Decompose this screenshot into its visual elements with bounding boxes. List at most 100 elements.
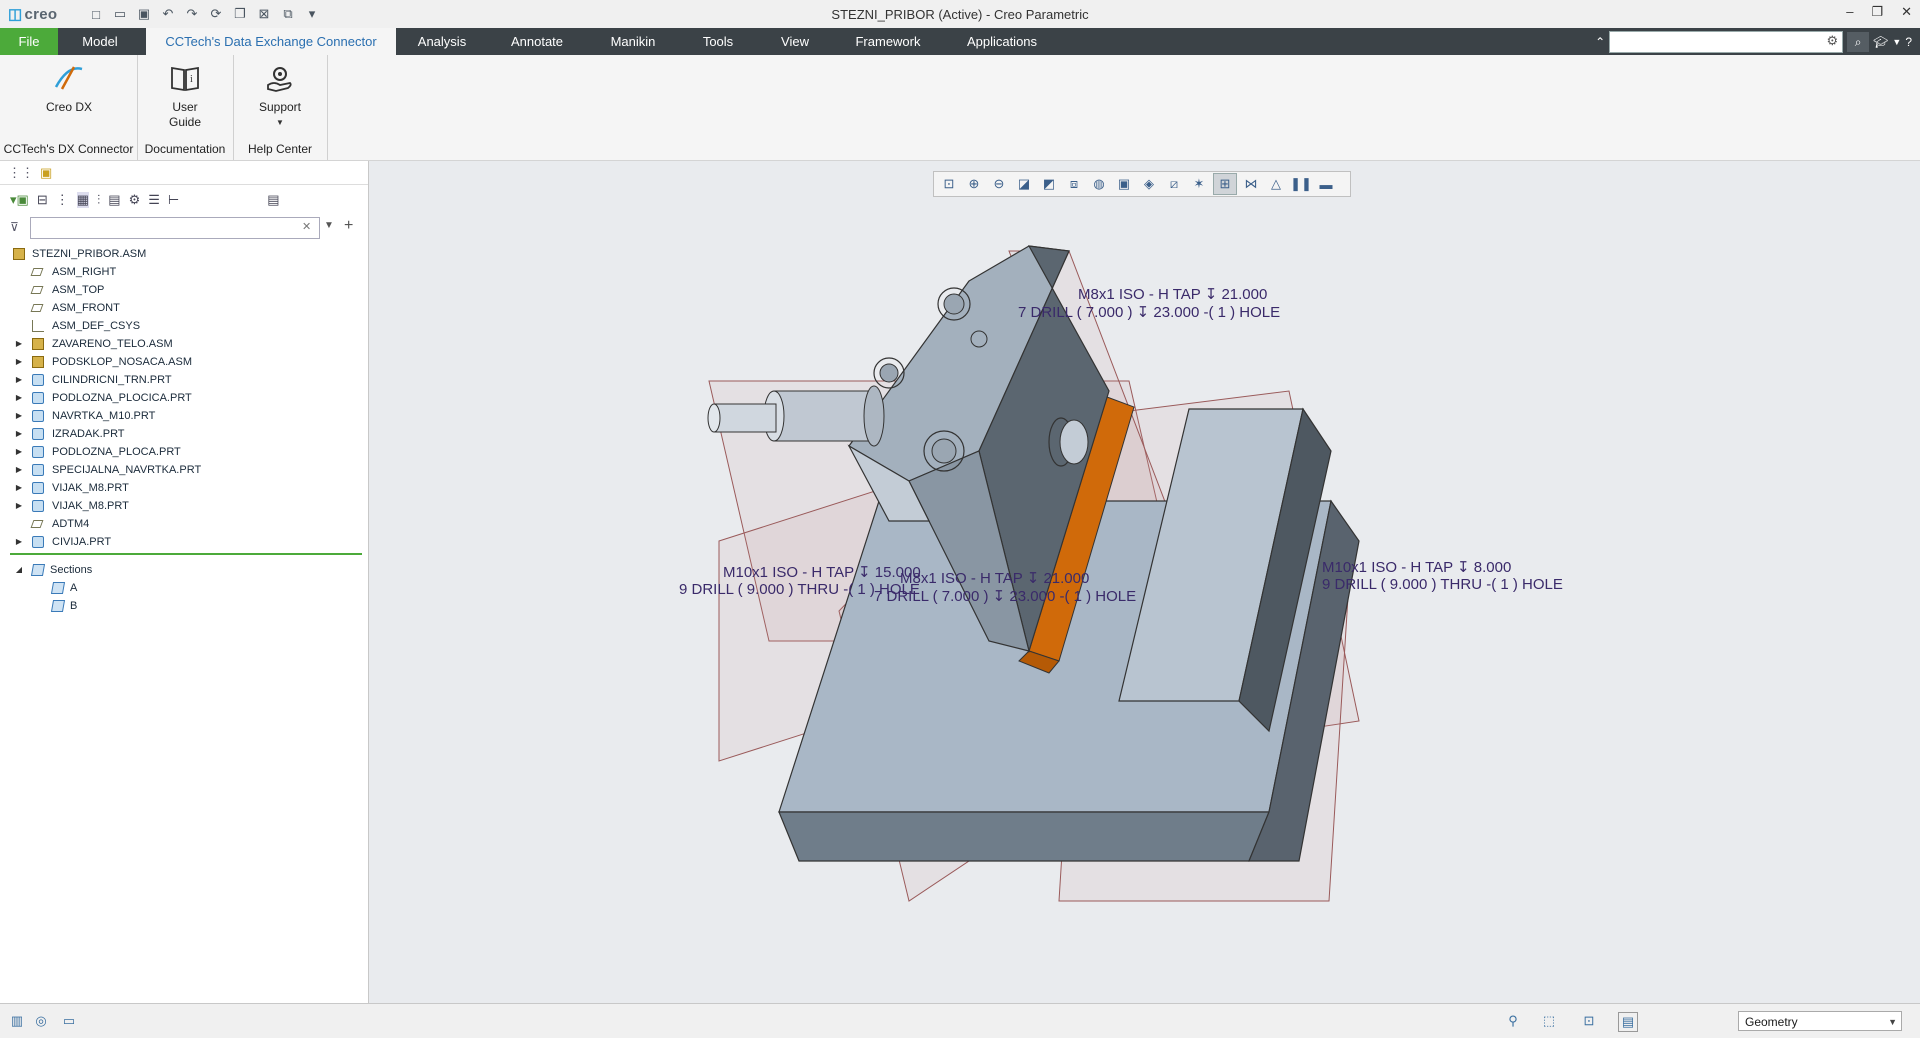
layers-icon[interactable]: ☰: [148, 192, 160, 208]
tree-item[interactable]: ▶ PODLOZNA_PLOCICA.PRT: [0, 389, 368, 407]
tree-item[interactable]: ▶ VIJAK_M8.PRT: [0, 479, 368, 497]
tree-item[interactable]: ▶ CIVIJA.PRT: [0, 533, 368, 551]
datum-plane-icon: [30, 286, 44, 294]
chevron-down-icon[interactable]: ▼: [1892, 37, 1901, 47]
tree-sections[interactable]: ◢ Sections: [0, 561, 368, 579]
tab-model[interactable]: Model: [66, 28, 134, 55]
learning-icon[interactable]: 🎓︎: [1873, 35, 1888, 49]
expand-arrow-icon[interactable]: ▶: [14, 479, 24, 497]
hierarchy-icon[interactable]: ⊢: [168, 192, 179, 208]
chevron-down-icon[interactable]: ▼: [324, 220, 334, 231]
tree-item[interactable]: ASM_RIGHT: [0, 263, 368, 281]
tree-columns-icon[interactable]: ▦: [76, 192, 90, 208]
model-tree-toolbar: ▾▣ ⊟ ⋮ ▦ ⫶ ▤ ⚙ ☰ ⊢ ▤: [0, 185, 368, 215]
part-icon: [32, 446, 44, 458]
help-icon[interactable]: ?: [1905, 35, 1912, 49]
selection-options-icon[interactable]: ⊡: [1580, 1012, 1598, 1030]
expand-arrow-icon[interactable]: ▶: [14, 461, 24, 479]
tab-manikin[interactable]: Manikin: [596, 28, 670, 55]
tree-filters-icon[interactable]: ⫶: [97, 192, 100, 208]
tab-view[interactable]: View: [768, 28, 822, 55]
tab-analysis[interactable]: Analysis: [404, 28, 480, 55]
tree-search-input[interactable]: [30, 217, 320, 239]
hole-annotation[interactable]: M8x1 ISO - H TAP ↧ 21.000 7 DRILL ( 7.00…: [1018, 285, 1280, 321]
selection-box-icon[interactable]: ⬚: [1540, 1012, 1558, 1030]
tab-annotate[interactable]: Annotate: [498, 28, 576, 55]
part-icon: [32, 428, 44, 440]
model-tree-tab-icon[interactable]: ⋮⋮: [8, 165, 34, 180]
tree-collapse-icon[interactable]: ⊟: [37, 192, 48, 208]
folder-browser-tab-icon[interactable]: ▣: [40, 165, 52, 180]
tree-item[interactable]: ADTM4: [0, 515, 368, 533]
add-icon[interactable]: +: [344, 217, 353, 235]
show-icon[interactable]: ▾▣: [10, 192, 29, 208]
hole-annotation[interactable]: M8x1 ISO - H TAP ↧ 21.000 7 DRILL ( 7.00…: [874, 569, 1136, 605]
model-tree: STEZNI_PRIBOR.ASM ASM_RIGHT ASM_TOP ASM_FR…: [0, 241, 368, 615]
insert-indicator[interactable]: [10, 553, 362, 555]
tab-cctech-dx-connector[interactable]: CCTech's Data Exchange Connector: [146, 28, 396, 55]
expand-arrow-icon[interactable]: ▶: [14, 353, 24, 371]
tree-item[interactable]: ▶ VIJAK_M8.PRT: [0, 497, 368, 515]
notes-icon[interactable]: ▤: [267, 192, 279, 208]
minimize-ribbon-icon[interactable]: ⌃: [1595, 35, 1605, 49]
command-search-input[interactable]: ⚙: [1609, 31, 1844, 53]
expand-arrow-icon[interactable]: ▶: [14, 497, 24, 515]
expand-arrow-icon[interactable]: ▶: [14, 443, 24, 461]
show-navigator-icon[interactable]: ▥: [8, 1012, 26, 1030]
expand-arrow-icon[interactable]: ▶: [14, 371, 24, 389]
sections-icon: [30, 564, 46, 576]
tree-item[interactable]: ▶ IZRADAK.PRT: [0, 425, 368, 443]
show-browser-icon[interactable]: ◎: [32, 1012, 50, 1030]
tree-settings-icon[interactable]: ▤: [108, 192, 120, 208]
tab-file[interactable]: File: [0, 28, 58, 55]
tree-item[interactable]: ▶ SPECIJALNA_NAVRTKA.PRT: [0, 461, 368, 479]
search-icon[interactable]: ⌕: [1847, 32, 1870, 52]
full-screen-icon[interactable]: ▭: [60, 1012, 78, 1030]
tree-root[interactable]: STEZNI_PRIBOR.ASM: [0, 245, 368, 263]
find-icon[interactable]: ⚲: [1504, 1012, 1522, 1030]
search-settings-icon[interactable]: ⚙: [1827, 33, 1839, 49]
settings-gear-icon[interactable]: ⚙: [129, 192, 141, 208]
user-guide-button[interactable]: i User Guide: [155, 60, 215, 130]
coordinate-system-icon: [32, 320, 44, 332]
expand-arrow-icon[interactable]: ◢: [14, 561, 24, 579]
tree-item[interactable]: ASM_TOP: [0, 281, 368, 299]
support-gear-hand-icon: [262, 60, 298, 96]
tree-item[interactable]: ▶ CILINDRICNI_TRN.PRT: [0, 371, 368, 389]
tree-item[interactable]: ▶ PODSKLOP_NOSACA.ASM: [0, 353, 368, 371]
tree-item[interactable]: ▶ NAVRTKA_M10.PRT: [0, 407, 368, 425]
group-label: CCTech's DX Connector: [3, 142, 134, 156]
tree-item[interactable]: ASM_FRONT: [0, 299, 368, 317]
clear-icon[interactable]: ✕: [302, 220, 311, 233]
part-icon: [32, 374, 44, 386]
window-controls: – ❐ ✕: [1846, 4, 1912, 20]
tree-item[interactable]: ASM_DEF_CSYS: [0, 317, 368, 335]
smart-filter-icon[interactable]: ▤: [1618, 1012, 1638, 1032]
ribbon: Creo DX CCTech's DX Connector i User Gui…: [0, 55, 1920, 161]
expand-arrow-icon[interactable]: ▶: [14, 425, 24, 443]
window-title: STEZNI_PRIBOR (Active) - Creo Parametric: [831, 7, 1089, 22]
selection-filter-select[interactable]: Geometry ▼: [1738, 1011, 1902, 1031]
assembly-icon: [32, 338, 44, 350]
chevron-down-icon: ▼: [276, 118, 284, 127]
tab-framework[interactable]: Framework: [844, 28, 932, 55]
tree-section-item[interactable]: B: [0, 597, 368, 615]
tree-item[interactable]: ▶ ZAVARENO_TELO.ASM: [0, 335, 368, 353]
support-button[interactable]: Support ▼: [245, 60, 315, 130]
tree-section-item[interactable]: A: [0, 579, 368, 597]
tab-tools[interactable]: Tools: [690, 28, 746, 55]
expand-arrow-icon[interactable]: ▶: [14, 389, 24, 407]
tree-expand-icon[interactable]: ⋮: [56, 192, 69, 208]
assembly-icon: [32, 356, 44, 368]
minimize-icon[interactable]: –: [1846, 4, 1853, 20]
tree-item[interactable]: ▶ PODLOZNA_PLOCA.PRT: [0, 443, 368, 461]
expand-arrow-icon[interactable]: ▶: [14, 407, 24, 425]
restore-icon[interactable]: ❐: [1871, 4, 1883, 20]
expand-arrow-icon[interactable]: ▶: [14, 533, 24, 551]
hole-annotation[interactable]: M10x1 ISO - H TAP ↧ 8.000 9 DRILL ( 9.00…: [1322, 558, 1563, 593]
creo-dx-button[interactable]: Creo DX: [34, 60, 104, 115]
close-icon[interactable]: ✕: [1901, 4, 1912, 20]
tab-applications[interactable]: Applications: [956, 28, 1048, 55]
graphics-window[interactable]: ⊡ ⊕ ⊖ ◪ ◩ ⧈ ◍ ▣ ◈ ⧄ ✶ ⊞ ⋈ △ ❚❚ ▬ M8x1 IS…: [369, 161, 1920, 1003]
expand-arrow-icon[interactable]: ▶: [14, 335, 24, 353]
